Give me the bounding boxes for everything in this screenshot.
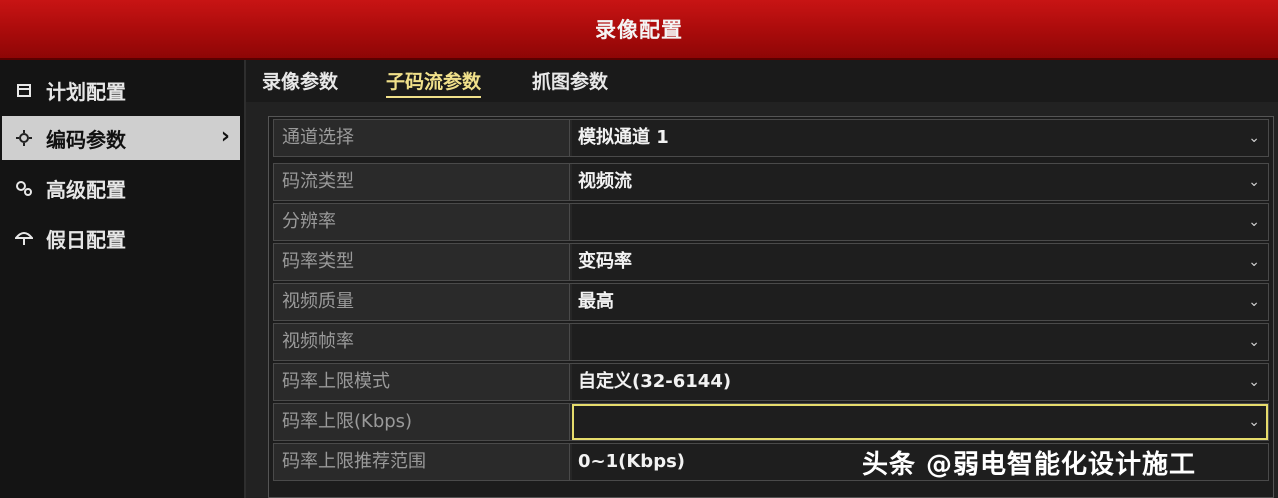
window-title: 录像配置 — [595, 18, 683, 42]
chevron-down-icon[interactable]: ⌄ — [1248, 164, 1260, 200]
main-panel: 录像参数 子码流参数 抓图参数 通道选择 模拟通道 1 ⌄ 码流类型 视频流 ⌄… — [246, 60, 1278, 498]
chevron-right-icon: › — [220, 124, 230, 149]
field-label: 码率上限模式 — [274, 364, 570, 400]
field-label: 码率类型 — [274, 244, 570, 280]
row-bitrate-limit: 码率上限(Kbps) ⌄ — [273, 403, 1269, 441]
field-label: 视频帧率 — [274, 324, 570, 360]
chevron-down-icon[interactable]: ⌄ — [1248, 244, 1260, 280]
row-bitrate-limit-mode: 码率上限模式 自定义(32-6144) ⌄ — [273, 363, 1269, 401]
row-resolution: 分辨率 ⌄ — [273, 203, 1269, 241]
sidebar-item-advanced[interactable]: 高级配置 — [2, 166, 240, 210]
title-bar: 录像配置 — [0, 0, 1278, 60]
gear-icon — [14, 128, 34, 148]
row-channel-select: 通道选择 模拟通道 1 ⌄ — [273, 119, 1269, 157]
row-stream-type: 码流类型 视频流 ⌄ — [273, 163, 1269, 201]
field-label: 码流类型 — [274, 164, 570, 200]
settings-form: 通道选择 模拟通道 1 ⌄ 码流类型 视频流 ⌄ 分辨率 ⌄ 码率类型 变码率 … — [268, 116, 1274, 498]
chevron-down-icon[interactable]: ⌄ — [1248, 324, 1260, 360]
chevron-down-icon[interactable]: ⌄ — [1248, 204, 1260, 240]
tab-substream-params[interactable]: 子码流参数 — [386, 68, 482, 98]
sidebar-item-label: 假日配置 — [46, 227, 126, 252]
sidebar-item-label: 编码参数 — [46, 127, 126, 152]
sidebar: 计划配置 编码参数 › 高级配置 假日配置 — [0, 60, 246, 498]
chevron-down-icon[interactable]: ⌄ — [1248, 364, 1260, 400]
watermark: 头条 @弱电智能化设计施工 — [862, 450, 1197, 480]
bitrate-type-select[interactable]: 变码率 — [572, 244, 1268, 280]
sidebar-item-schedule[interactable]: 计划配置 — [2, 68, 240, 112]
row-frame-rate: 视频帧率 ⌄ — [273, 323, 1269, 361]
sidebar-item-encoding[interactable]: 编码参数 › — [2, 116, 240, 160]
tab-capture-params[interactable]: 抓图参数 — [532, 68, 608, 96]
bitrate-limit-select[interactable] — [572, 404, 1268, 440]
field-label: 分辨率 — [274, 204, 570, 240]
chevron-down-icon[interactable]: ⌄ — [1248, 404, 1260, 440]
chevron-down-icon[interactable]: ⌄ — [1248, 120, 1260, 156]
field-label: 码率上限推荐范围 — [274, 444, 570, 480]
bitrate-limit-mode-select[interactable]: 自定义(32-6144) — [572, 364, 1268, 400]
resolution-select[interactable] — [572, 204, 1268, 240]
video-quality-select[interactable]: 最高 — [572, 284, 1268, 320]
row-bitrate-type: 码率类型 变码率 ⌄ — [273, 243, 1269, 281]
frame-rate-select[interactable] — [572, 324, 1268, 360]
field-label: 码率上限(Kbps) — [274, 404, 570, 440]
tab-record-params[interactable]: 录像参数 — [262, 68, 338, 96]
umbrella-icon — [14, 228, 34, 248]
gears-icon — [14, 178, 34, 198]
row-video-quality: 视频质量 最高 ⌄ — [273, 283, 1269, 321]
calendar-icon — [14, 80, 34, 100]
sidebar-item-label: 高级配置 — [46, 177, 126, 202]
sidebar-item-holiday[interactable]: 假日配置 — [2, 216, 240, 260]
sidebar-item-label: 计划配置 — [46, 79, 126, 104]
field-label: 视频质量 — [274, 284, 570, 320]
chevron-down-icon[interactable]: ⌄ — [1248, 284, 1260, 320]
channel-select[interactable]: 模拟通道 1 — [572, 120, 1268, 156]
tab-bar: 录像参数 子码流参数 抓图参数 — [246, 60, 1278, 102]
field-label: 通道选择 — [274, 120, 570, 156]
stream-type-select[interactable]: 视频流 — [572, 164, 1268, 200]
